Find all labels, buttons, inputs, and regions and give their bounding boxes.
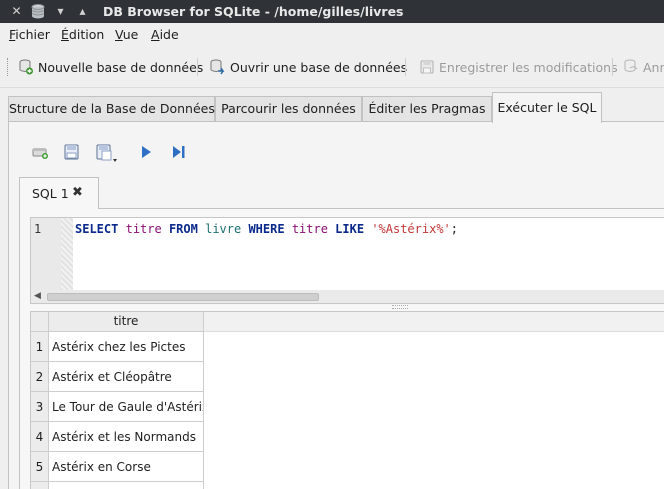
play-icon xyxy=(142,146,151,158)
splitter-handle[interactable] xyxy=(392,305,408,309)
table-cell[interactable] xyxy=(49,482,204,489)
row-number[interactable]: 1 xyxy=(31,332,49,362)
tab-execute-sql[interactable]: Exécuter le SQL xyxy=(492,92,602,123)
minimize-icon[interactable]: ▾ xyxy=(53,4,68,19)
table-row[interactable]: 2 Astérix et Cléopâtre xyxy=(31,362,204,392)
scrollbar-thumb[interactable] xyxy=(47,293,319,301)
row-number[interactable]: 5 xyxy=(31,452,49,482)
row-number[interactable]: 3 xyxy=(31,392,49,422)
sql-tab-label: SQL 1 xyxy=(32,186,69,201)
open-database-icon xyxy=(210,59,225,75)
sql-editor[interactable]: 1 SELECT titre FROM livre WHERE titre LI… xyxy=(30,217,664,291)
menu-aide[interactable]: Aide xyxy=(151,27,179,42)
new-database-button[interactable]: Nouvelle base de données xyxy=(19,57,203,77)
grid-header-filler xyxy=(204,312,664,332)
save-icon xyxy=(420,60,434,74)
main-toolbar: Nouvelle base de données Ouvrir une base… xyxy=(0,46,664,88)
fold-margin[interactable] xyxy=(61,218,73,290)
tab-edit-pragmas[interactable]: Éditer les Pragmas xyxy=(362,96,492,122)
tab-browse-data[interactable]: Parcourir les données xyxy=(215,96,362,122)
play-line-icon xyxy=(173,146,185,158)
row-number[interactable]: 4 xyxy=(31,422,49,452)
toolbar-handle[interactable] xyxy=(7,58,10,76)
table-row[interactable]: 4 Astérix et les Normands xyxy=(31,422,204,452)
main-tabs: Structure de la Base de Données Parcouri… xyxy=(0,92,664,123)
cancel-changes-button[interactable]: Ann xyxy=(624,57,664,77)
undo-icon xyxy=(624,59,638,72)
title-bar: ✕ ▾ ▴ DB Browser for SQLite - /home/gill… xyxy=(0,0,664,23)
toolbar-separator xyxy=(197,58,198,76)
close-tab-icon[interactable]: ✖ xyxy=(72,185,83,200)
menu-fichier[interactable]: Fichier xyxy=(9,27,50,42)
table-cell[interactable]: Astérix et les Normands xyxy=(49,422,204,452)
save-sql-icon xyxy=(96,144,117,162)
column-header-titre[interactable]: titre xyxy=(49,312,204,332)
scroll-left-icon[interactable]: ◀ xyxy=(34,290,41,303)
new-database-icon xyxy=(19,59,33,75)
open-sql-file-button[interactable] xyxy=(62,142,82,162)
execute-all-button[interactable] xyxy=(137,142,157,162)
open-tab-icon xyxy=(32,148,48,159)
table-cell[interactable]: Astérix en Corse xyxy=(49,452,204,482)
save-sql-file-button[interactable] xyxy=(94,142,117,162)
menu-vue[interactable]: Vue xyxy=(115,27,138,42)
toolbar-separator xyxy=(612,58,613,76)
table-cell[interactable]: Astérix chez les Pictes xyxy=(49,332,204,362)
sql-query[interactable]: SELECT titre FROM livre WHERE titre LIKE… xyxy=(75,222,458,236)
execute-current-line-button[interactable] xyxy=(169,142,189,162)
grid-corner[interactable] xyxy=(31,312,49,332)
open-tab-button[interactable] xyxy=(30,142,50,162)
menu-bar: Fichier Édition Vue Aide xyxy=(0,23,664,45)
toolbar-separator xyxy=(405,58,406,76)
window-title: DB Browser for SQLite - /home/gilles/liv… xyxy=(103,4,404,19)
row-number[interactable]: 2 xyxy=(31,362,49,392)
menu-edition[interactable]: Édition xyxy=(61,27,104,42)
results-grid: titre 1 Astérix chez les Pictes 2 Astéri… xyxy=(30,311,664,489)
table-cell[interactable]: Astérix et Cléopâtre xyxy=(49,362,204,392)
save-changes-button[interactable]: Enregistrer les modifications xyxy=(420,57,618,77)
table-row[interactable]: 5 Astérix en Corse xyxy=(31,452,204,482)
table-row[interactable] xyxy=(31,482,204,489)
open-database-button[interactable]: Ouvrir une base de données xyxy=(210,57,407,77)
line-number: 1 xyxy=(34,222,42,236)
row-number[interactable] xyxy=(31,482,49,489)
app-icon xyxy=(30,4,45,19)
sql-tab-1[interactable]: SQL 1 ✖ xyxy=(19,177,99,209)
table-row[interactable]: 1 Astérix chez les Pictes xyxy=(31,332,204,362)
open-file-icon xyxy=(64,144,79,160)
table-row[interactable]: 3 Le Tour de Gaule d'Astérix xyxy=(31,392,204,422)
table-cell[interactable]: Le Tour de Gaule d'Astérix xyxy=(49,392,204,422)
editor-horizontal-scrollbar[interactable]: ◀ xyxy=(30,290,664,304)
close-window-icon[interactable]: ✕ xyxy=(9,4,24,19)
maximize-icon[interactable]: ▴ xyxy=(75,4,90,19)
tab-structure[interactable]: Structure de la Base de Données xyxy=(8,96,215,122)
